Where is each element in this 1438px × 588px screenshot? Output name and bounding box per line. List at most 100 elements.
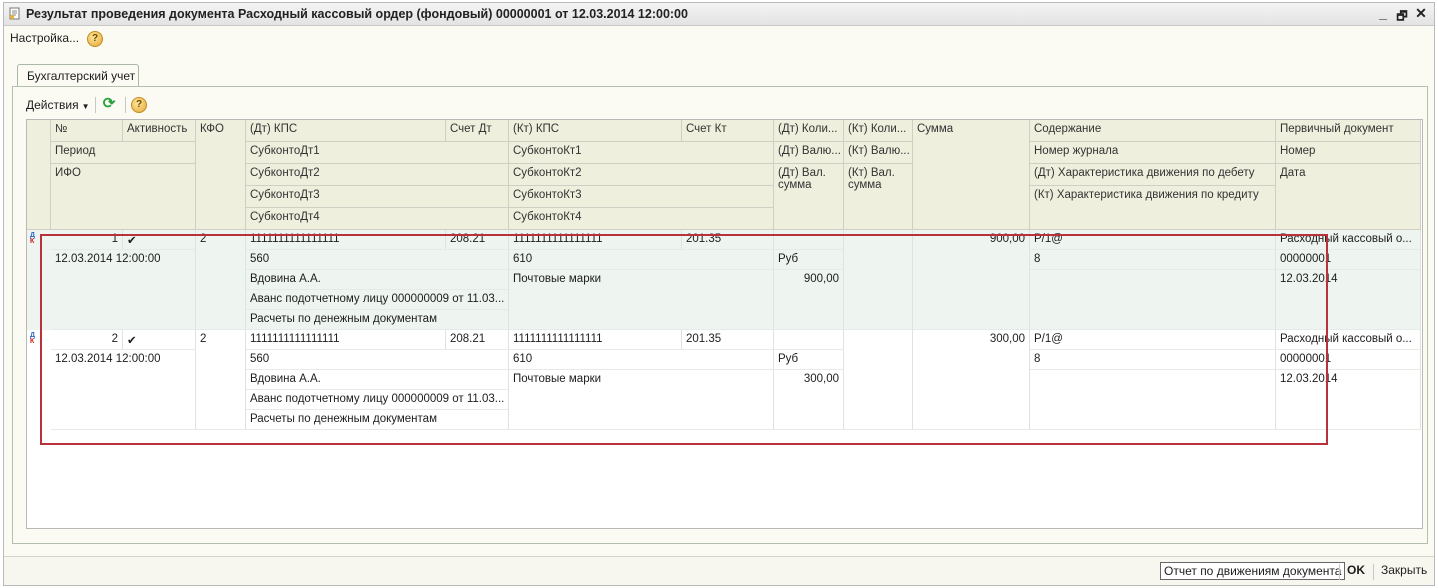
toolbar-divider: [125, 97, 126, 113]
header-kt-currency[interactable]: (Кт) Валю...: [844, 142, 913, 164]
header-kt-characteristic[interactable]: (Кт) Характеристика движения по кредиту: [1030, 186, 1276, 230]
row-content: Р/1@: [1030, 330, 1276, 350]
row-dt-currency: Руб: [774, 350, 844, 370]
header-date[interactable]: Дата: [1276, 164, 1421, 230]
header-kt-cur-sum[interactable]: (Кт) Вал. сумма: [844, 164, 913, 230]
tab-accounting[interactable]: Бухгалтерский учет: [17, 64, 139, 87]
command-bar: Настройка... ?: [4, 26, 1434, 50]
header-kt-kps[interactable]: (Кт) КПС: [509, 120, 682, 142]
header-active[interactable]: Активность: [123, 120, 196, 142]
minimize-button[interactable]: _: [1374, 5, 1392, 21]
movements-grid: № Активность КФО Период ИФО (Дт) КПС Сче…: [26, 119, 1423, 529]
row-dt-kps: 1111111111111111: [246, 230, 446, 250]
header-dt-kps[interactable]: (Дт) КПС: [246, 120, 446, 142]
row-subkonto-kt1: 610: [509, 250, 774, 270]
row-subkonto-dt3: Аванс подотчетному лицу 000000009 от 11.…: [246, 290, 509, 310]
report-button[interactable]: Отчет по движениям документа: [1160, 562, 1346, 580]
row-primary-doc: Расходный кассовый о...: [1276, 230, 1421, 250]
toolbar-divider: [95, 97, 96, 113]
header-dt-characteristic[interactable]: (Дт) Характеристика движения по дебету: [1030, 164, 1276, 186]
row-dt-qty: [774, 330, 844, 350]
dt-kt-movement-icon: ДК: [30, 232, 35, 245]
header-subkonto-dt4[interactable]: СубконтоДт4: [246, 208, 509, 230]
header-primary-doc[interactable]: Первичный документ: [1276, 120, 1421, 142]
close-button[interactable]: Закрыть: [1378, 562, 1430, 578]
header-subkonto-dt1[interactable]: СубконтоДт1: [246, 142, 509, 164]
document-icon: [9, 7, 20, 20]
header-dt-qty[interactable]: (Дт) Коли...: [774, 120, 844, 142]
close-window-button[interactable]: ✕: [1412, 5, 1430, 22]
row-schet-dt: 208.21: [446, 230, 509, 250]
bottom-bar: Отчет по движениям документа OK Закрыть: [4, 556, 1434, 585]
row-subkonto-dt2: Вдовина А.А.: [246, 370, 509, 390]
row-subkonto-dt1: 560: [246, 350, 509, 370]
row-date: 12.03.2014: [1276, 370, 1421, 430]
header-sum[interactable]: Сумма: [913, 120, 1030, 230]
row-subkonto-dt2: Вдовина А.А.: [246, 270, 509, 290]
header-kfo[interactable]: КФО: [196, 120, 246, 230]
row-sum: 900,00: [913, 230, 1030, 330]
row-active-check: ✔: [123, 230, 196, 250]
row-schet-kt: 201.35: [682, 230, 774, 250]
row-kt-values: [844, 330, 913, 430]
row-dt-cur-sum: 900,00: [774, 270, 844, 330]
actions-label: Действия: [26, 98, 79, 112]
row-num: 1: [51, 230, 123, 250]
row-dt-qty: [774, 230, 844, 250]
header-subkonto-kt1[interactable]: СубконтоКт1: [509, 142, 774, 164]
row-num: 2: [51, 330, 123, 350]
actions-menu[interactable]: Действия ▼: [26, 98, 90, 112]
row-date: 12.03.2014: [1276, 270, 1421, 330]
header-subkonto-dt2[interactable]: СубконтоДт2: [246, 164, 509, 186]
button-divider: [1373, 564, 1374, 580]
ok-button[interactable]: OK: [1344, 562, 1368, 578]
document-result-window: Результат проведения документа Расходный…: [3, 2, 1435, 586]
row-dt-currency: Руб: [774, 250, 844, 270]
header-content[interactable]: Содержание: [1030, 120, 1276, 142]
title-bar: Результат проведения документа Расходный…: [4, 3, 1434, 26]
header-subkonto-kt3[interactable]: СубконтоКт3: [509, 186, 774, 208]
header-schet-dt[interactable]: Счет Дт: [446, 120, 509, 142]
header-journal[interactable]: Номер журнала: [1030, 142, 1276, 164]
header-period[interactable]: Период: [51, 142, 196, 164]
row-kt-kps: 1111111111111111: [509, 230, 682, 250]
restore-button[interactable]: 🗗: [1393, 7, 1411, 28]
help-icon[interactable]: ?: [131, 97, 147, 113]
refresh-icon[interactable]: ⟳: [101, 96, 117, 112]
row-dt-cur-sum: 300,00: [774, 370, 844, 430]
header-dt-currency[interactable]: (Дт) Валю...: [774, 142, 844, 164]
row-number: 00000001: [1276, 250, 1421, 270]
row-active-check: ✔: [123, 330, 196, 350]
header-ifo[interactable]: ИФО: [51, 164, 196, 230]
tab-accounting-label: Бухгалтерский учет: [27, 69, 136, 83]
help-icon[interactable]: ?: [87, 31, 103, 47]
row-subkonto-dt1: 560: [246, 250, 509, 270]
row-subkonto-kt1: 610: [509, 350, 774, 370]
button-divider: [1339, 564, 1340, 580]
header-kt-qty[interactable]: (Кт) Коли...: [844, 120, 913, 142]
row-subkonto-dt4: Расчеты по денежным документам: [246, 310, 509, 330]
table-row[interactable]: ДК 2 ✔ 2 12.03.2014 12:00:00 11111111111…: [27, 330, 1421, 430]
header-subkonto-kt4[interactable]: СубконтоКт4: [509, 208, 774, 230]
row-journal: 8: [1030, 350, 1276, 370]
header-subkonto-kt2[interactable]: СубконтоКт2: [509, 164, 774, 186]
header-schet-kt[interactable]: Счет Кт: [682, 120, 774, 142]
row-number: 00000001: [1276, 350, 1421, 370]
row-kt-values: [844, 230, 913, 330]
settings-menu[interactable]: Настройка...: [10, 31, 79, 45]
header-number[interactable]: Номер: [1276, 142, 1421, 164]
row-kfo: 2: [196, 330, 246, 430]
header-dt-cur-sum[interactable]: (Дт) Вал. сумма: [774, 164, 844, 230]
window-title: Результат проведения документа Расходный…: [26, 7, 688, 21]
row-subkonto-dt4: Расчеты по денежным документам: [246, 410, 509, 430]
table-row[interactable]: ДК 1 ✔ 2 12.03.2014 12:00:00 11111111111…: [27, 230, 1421, 330]
row-schet-dt: 208.21: [446, 330, 509, 350]
header-num[interactable]: №: [51, 120, 123, 142]
dt-kt-movement-icon: ДК: [30, 332, 35, 345]
header-subkonto-dt3[interactable]: СубконтоДт3: [246, 186, 509, 208]
row-kt-kps: 1111111111111111: [509, 330, 682, 350]
row-sum: 300,00: [913, 330, 1030, 430]
row-dt-kps: 1111111111111111: [246, 330, 446, 350]
row-period: 12.03.2014 12:00:00: [51, 250, 196, 330]
row-period: 12.03.2014 12:00:00: [51, 350, 196, 430]
